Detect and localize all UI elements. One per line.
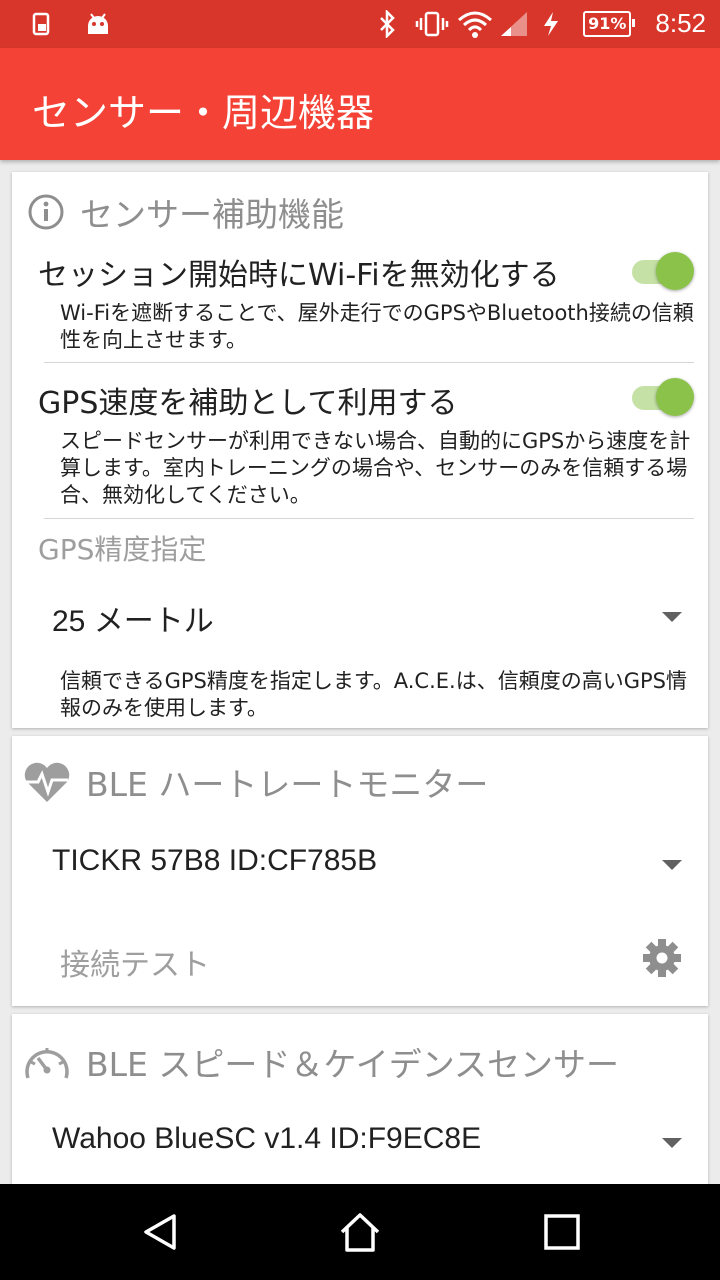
heart-rate-card: BLE ハートレートモニター TICKR 57B8 ID:CF785B 接続テス… xyxy=(12,736,708,1006)
navigation-bar xyxy=(0,1184,720,1280)
sensor-assist-card: センサー補助機能 セッション開始時にWi-Fiを無効化する Wi-Fiを遮断する… xyxy=(12,172,708,728)
chevron-down-icon xyxy=(662,1138,682,1148)
charging-icon xyxy=(541,10,569,38)
wifi-disable-title[interactable]: セッション開始時にWi-Fiを無効化する xyxy=(38,250,560,294)
chevron-down-icon xyxy=(662,860,682,870)
section-title: BLE スピード＆ケイデンスセンサー xyxy=(86,1045,620,1084)
gps-speed-toggle[interactable] xyxy=(628,376,694,416)
divider xyxy=(44,518,694,519)
chevron-down-icon xyxy=(662,612,682,622)
signal-icon xyxy=(499,10,528,38)
speedometer-icon xyxy=(22,1040,72,1084)
heart-rate-device-value: TICKR 57B8 ID:CF785B xyxy=(52,844,378,877)
heart-rate-device-dropdown[interactable]: TICKR 57B8 ID:CF785B xyxy=(52,834,682,894)
section-title: BLE ハートレートモニター xyxy=(86,765,489,804)
speed-cadence-device-value: Wahoo BlueSC v1.4 ID:F9EC8E xyxy=(52,1122,482,1155)
android-icon xyxy=(84,10,112,38)
app-bar: センサー・周辺機器 xyxy=(0,48,720,160)
vibrate-icon xyxy=(415,10,449,38)
connection-test-row[interactable]: 接続テスト xyxy=(12,920,708,1000)
speed-cadence-device-dropdown[interactable]: Wahoo BlueSC v1.4 ID:F9EC8E xyxy=(52,1112,682,1172)
page-title: センサー・周辺機器 xyxy=(32,91,375,135)
clock: 8:52 xyxy=(655,8,706,38)
sensor-assist-header: センサー補助機能 xyxy=(26,188,344,236)
speed-cadence-card: BLE スピード＆ケイデンスセンサー Wahoo BlueSC v1.4 ID:… xyxy=(12,1014,708,1194)
gps-accuracy-value: 25 メートル xyxy=(52,605,214,638)
back-icon[interactable] xyxy=(138,1210,182,1254)
section-title: センサー補助機能 xyxy=(80,195,344,234)
wifi-disable-toggle[interactable] xyxy=(628,250,694,290)
connection-test-label: 接続テスト xyxy=(60,948,210,983)
bluetooth-icon xyxy=(373,8,401,39)
heart-pulse-icon xyxy=(22,760,72,804)
gps-speed-title[interactable]: GPS速度を補助として利用する xyxy=(38,378,457,422)
sim-card-icon xyxy=(28,10,56,38)
wifi-icon xyxy=(457,10,493,38)
battery-level: 91% xyxy=(583,10,636,37)
gps-accuracy-label: GPS精度指定 xyxy=(38,533,207,566)
heart-rate-header: BLE ハートレートモニター xyxy=(22,758,488,806)
status-bar: 91% 8:52 xyxy=(0,0,720,48)
recents-icon[interactable] xyxy=(540,1210,584,1254)
home-icon[interactable] xyxy=(338,1210,382,1254)
divider xyxy=(44,362,694,363)
info-icon xyxy=(26,192,66,232)
gps-speed-summary: スピードセンサーが利用できない場合、自動的にGPSから速度を計算します。室内トレ… xyxy=(60,429,691,507)
speed-cadence-header: BLE スピード＆ケイデンスセンサー xyxy=(22,1038,619,1086)
gps-accuracy-summary: 信頼できるGPS精度を指定します。A.C.E.は、信頼度の高いGPS情報のみを使… xyxy=(60,669,687,720)
wifi-disable-summary: Wi-Fiを遮断することで、屋外走行でのGPSやBluetooth接続の信頼性を… xyxy=(60,301,694,352)
gps-accuracy-dropdown[interactable]: 25 メートル xyxy=(52,586,682,646)
gear-icon[interactable] xyxy=(640,936,684,984)
